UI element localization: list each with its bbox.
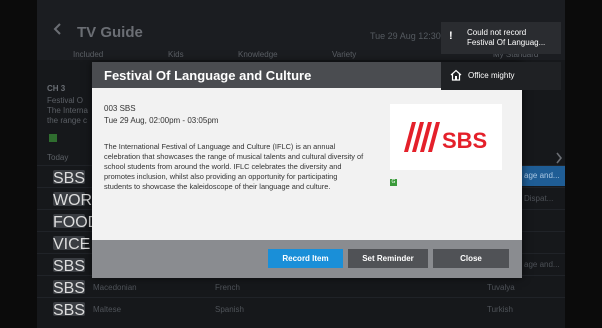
programme-title: Macedonian [93,283,137,292]
tab-kids[interactable]: Kids [168,50,184,59]
channel-logo-image: SBS [390,104,502,170]
alert-icon: ! [449,30,453,42]
page-title: TV Guide [77,24,143,41]
recording-error-toast: ! Could not record Festival Of Languag..… [441,22,561,54]
programme-channel: 003 SBS [104,104,136,113]
record-item-button[interactable]: Record Item [268,249,343,268]
toast-message: Could not record Festival Of Languag... [467,28,545,48]
set-reminder-button[interactable]: Set Reminder [348,249,428,268]
toast-line: Festival Of Languag... [467,38,546,47]
chevron-left-icon[interactable] [51,22,65,36]
home-icon [450,69,462,81]
dialog-footer: Record Item Set Reminder Close [92,240,522,278]
tab-variety[interactable]: Variety [332,50,356,59]
sbs-logo-text: SBS [442,128,487,153]
rating-text: G [391,179,396,185]
table-row[interactable]: SBS Macedonian French Tuvalya [37,275,565,298]
rating-badge-bg [49,134,57,142]
channel-logo: SBS [53,170,86,187]
channel-label: CH 3 [47,84,66,93]
guide-date: Tue 29 Aug 12:30 [370,31,441,41]
programme-title: age and... [524,171,560,180]
channel-logo: SBS [53,302,86,319]
chevron-right-icon[interactable] [555,152,563,164]
programme-title: Dispat... [524,194,554,203]
channel-line: The Interna [47,106,88,115]
dialog-title: Festival Of Language and Culture [104,68,312,83]
channel-logo: SBS [53,258,86,275]
programme-description: The International Festival of Language a… [104,142,364,191]
selected-programme[interactable]: age and... [520,166,565,186]
channel-logo: WORLD [53,192,113,209]
today-label: Today [47,153,69,162]
sbs-logo-icon: SBS [404,122,487,153]
programme-details-dialog: Festival Of Language and Culture 003 SBS… [92,62,522,278]
programme-title: Maltese [93,305,122,314]
channel-logo: SBS [53,280,86,297]
profile-name: Office mighty [468,71,515,80]
programme-title: Spanish [215,305,244,314]
channel-line: the range c [47,116,88,125]
rating-badge: G [390,179,397,186]
close-button[interactable]: Close [433,249,509,268]
channel-logo: VICE [53,236,91,253]
channel-line: Festival O [47,96,84,105]
programme-title: French [215,283,240,292]
programme-title: Turkish [487,305,513,314]
programme-time: Tue 29 Aug, 02:00pm - 03:05pm [104,116,219,125]
tab-included[interactable]: Included [73,50,103,59]
profile-indicator[interactable]: Office mighty [441,62,561,90]
programme-title: Tuvalya [487,283,515,292]
tab-knowledge[interactable]: Knowledge [238,50,278,59]
programme-title: age and... [524,260,560,269]
table-row[interactable]: SBS Maltese Spanish Turkish [37,297,565,320]
channel-logo: FOOD [53,214,100,231]
toast-line: Could not record [467,28,527,37]
